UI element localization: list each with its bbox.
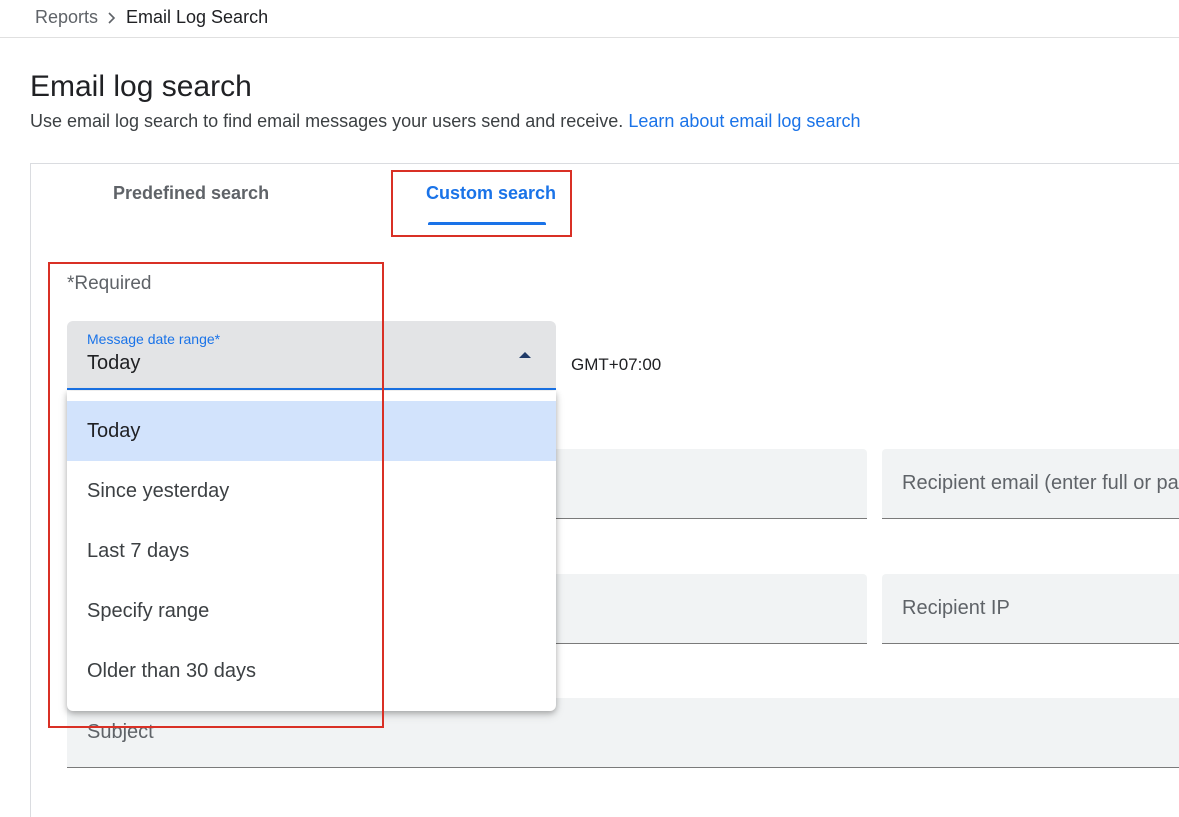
description-text: Use email log search to find email messa… bbox=[30, 111, 624, 131]
caret-up-icon[interactable] bbox=[519, 352, 531, 358]
recipient-ip-field[interactable]: Recipient IP bbox=[882, 574, 1179, 644]
recipient-ip-placeholder: Recipient IP bbox=[902, 597, 1010, 619]
page-description: Use email log search to find email messa… bbox=[30, 111, 860, 132]
chevron-right-icon bbox=[108, 12, 116, 24]
date-range-highlight bbox=[48, 262, 384, 728]
breadcrumb-reports-link[interactable]: Reports bbox=[35, 7, 98, 28]
breadcrumb-current: Email Log Search bbox=[126, 7, 269, 27]
page-title: Email log search bbox=[30, 70, 252, 103]
timezone-label: GMT+07:00 bbox=[571, 355, 662, 374]
learn-more-link[interactable]: Learn about email log search bbox=[628, 111, 860, 131]
recipient-email-placeholder: Recipient email (enter full or pa bbox=[902, 472, 1179, 494]
email-log-search-page: Reports Email Log Search Email log searc… bbox=[0, 0, 1179, 817]
breadcrumb: Reports Email Log Search bbox=[0, 0, 1179, 38]
tab-predefined-search[interactable]: Predefined search bbox=[113, 183, 269, 204]
recipient-email-field[interactable]: Recipient email (enter full or pa bbox=[882, 449, 1179, 519]
custom-search-highlight bbox=[391, 170, 572, 237]
